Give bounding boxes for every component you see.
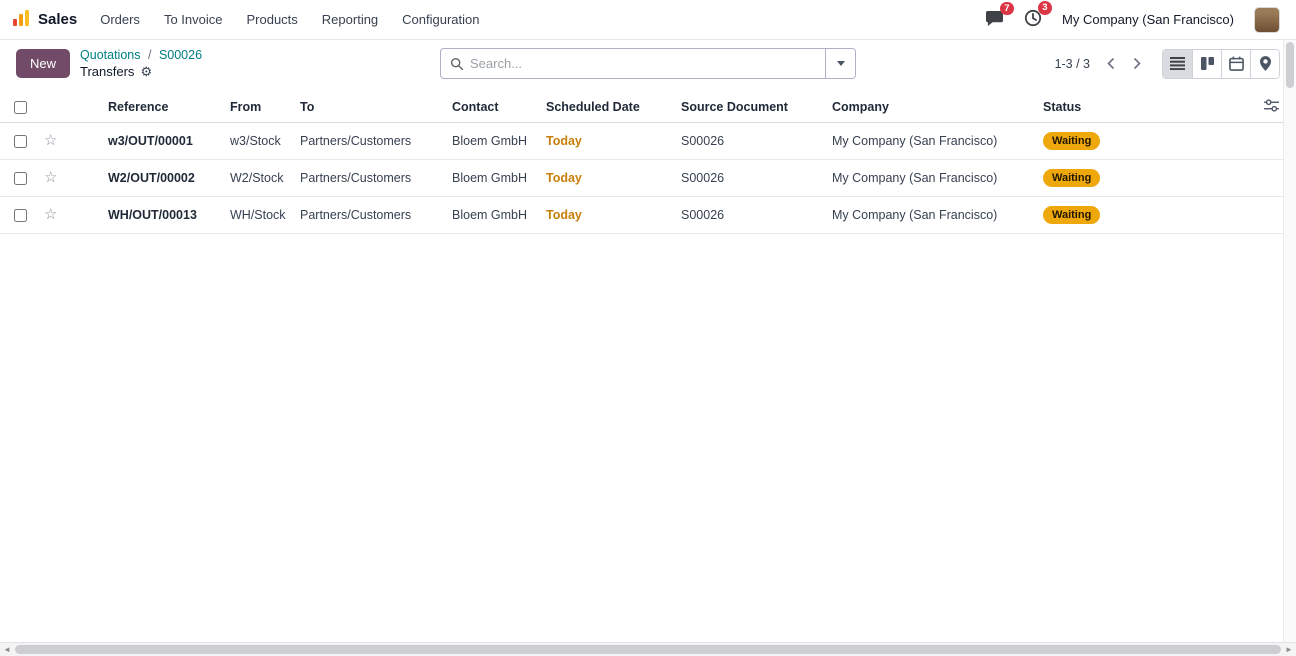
page-title: Transfers [80,64,134,80]
column-header-source-document[interactable]: Source Document [673,92,824,123]
column-header-from[interactable]: From [222,92,292,123]
view-list-button[interactable] [1163,50,1192,78]
pager-area: 1-3 / 3 [868,49,1280,79]
favorite-star-icon[interactable]: ☆ [44,169,57,186]
select-all-checkbox[interactable] [14,101,27,114]
cell-to[interactable]: Partners/Customers [292,122,444,159]
map-view-icon [1260,56,1271,71]
search-input[interactable] [470,49,825,78]
search-bar [440,48,856,79]
row-checkbox[interactable] [14,172,27,185]
pager-next-button[interactable] [1126,55,1148,72]
kanban-view-icon [1201,57,1214,70]
cell-company[interactable]: My Company (San Francisco) [824,196,1035,233]
activities-button[interactable]: 3 [1024,9,1042,30]
table-row[interactable]: ☆ WH/OUT/00013 WH/Stock Partners/Custome… [0,196,1296,233]
new-button[interactable]: New [16,49,70,78]
column-header-scheduled-date[interactable]: Scheduled Date [538,92,673,123]
chevron-right-icon [1133,57,1141,70]
app-switcher[interactable]: Sales [12,9,77,30]
status-badge: Waiting [1043,206,1100,224]
cell-scheduled-date[interactable]: Today [538,122,673,159]
activities-badge: 3 [1038,1,1052,15]
status-badge: Waiting [1043,132,1100,150]
cell-to[interactable]: Partners/Customers [292,196,444,233]
cell-contact[interactable]: Bloem GmbH [444,196,538,233]
cell-reference[interactable]: WH/OUT/00013 [62,196,222,233]
cell-contact[interactable]: Bloem GmbH [444,159,538,196]
table-header-row: Reference From To Contact Scheduled Date… [0,92,1296,123]
favorite-star-icon[interactable]: ☆ [44,206,57,223]
pager-previous-button[interactable] [1100,55,1122,72]
sliders-icon [1264,99,1279,112]
table-row[interactable]: ☆ W2/OUT/00002 W2/Stock Partners/Custome… [0,159,1296,196]
breadcrumb: Quotations / S00026 Transfers ⚙ [80,48,202,80]
cell-company[interactable]: My Company (San Francisco) [824,122,1035,159]
scroll-left-arrow-icon[interactable]: ◄ [0,643,14,656]
view-map-button[interactable] [1250,50,1279,78]
menu-reporting[interactable]: Reporting [321,8,379,31]
menu-products[interactable]: Products [245,8,298,31]
menu-to-invoice[interactable]: To Invoice [163,8,224,31]
cell-company[interactable]: My Company (San Francisco) [824,159,1035,196]
column-header-reference[interactable]: Reference [62,92,222,123]
list-view-icon [1170,57,1185,70]
column-header-to[interactable]: To [292,92,444,123]
cell-from[interactable]: W2/Stock [222,159,292,196]
column-header-status[interactable]: Status [1035,92,1256,123]
user-avatar[interactable] [1254,7,1280,33]
sales-app-icon [12,9,30,30]
cell-from[interactable]: WH/Stock [222,196,292,233]
navbar-right: 7 3 My Company (San Francisco) [985,7,1284,33]
cell-contact[interactable]: Bloem GmbH [444,122,538,159]
search-dropdown-toggle[interactable] [825,49,855,78]
top-navbar: Sales Orders To Invoice Products Reporti… [0,0,1296,40]
vertical-scrollbar-thumb[interactable] [1286,42,1294,88]
status-badge: Waiting [1043,169,1100,187]
cell-scheduled-date[interactable]: Today [538,196,673,233]
view-calendar-button[interactable] [1221,50,1250,78]
scroll-right-arrow-icon[interactable]: ► [1282,643,1296,656]
messages-badge: 7 [1000,2,1014,16]
column-header-star [36,92,62,123]
cell-reference[interactable]: w3/OUT/00001 [62,122,222,159]
breadcrumb-area: New Quotations / S00026 Transfers ⚙ [16,48,428,80]
breadcrumb-separator: / [148,48,151,62]
cell-source-document[interactable]: S00026 [673,196,824,233]
pager-range: 1-3 / 3 [1055,57,1090,71]
cell-from[interactable]: w3/Stock [222,122,292,159]
row-checkbox[interactable] [14,135,27,148]
cell-source-document[interactable]: S00026 [673,159,824,196]
table-row[interactable]: ☆ w3/OUT/00001 w3/Stock Partners/Custome… [0,122,1296,159]
cell-reference[interactable]: W2/OUT/00002 [62,159,222,196]
column-header-company[interactable]: Company [824,92,1035,123]
search-area [440,48,856,79]
navbar-left: Sales Orders To Invoice Products Reporti… [12,8,481,31]
breadcrumb-quotations-link[interactable]: Quotations [80,48,140,62]
view-kanban-button[interactable] [1192,50,1221,78]
favorite-star-icon[interactable]: ☆ [44,132,57,149]
caret-down-icon [837,61,845,66]
messages-button[interactable]: 7 [985,10,1004,30]
control-panel: New Quotations / S00026 Transfers ⚙ [0,40,1296,86]
horizontal-scrollbar-thumb[interactable] [15,645,1281,654]
breadcrumb-s00026-link[interactable]: S00026 [159,48,202,62]
column-header-contact[interactable]: Contact [444,92,538,123]
cell-to[interactable]: Partners/Customers [292,159,444,196]
cell-scheduled-date[interactable]: Today [538,159,673,196]
view-switcher [1162,49,1280,79]
cell-source-document[interactable]: S00026 [673,122,824,159]
app-name[interactable]: Sales [38,11,77,28]
chevron-left-icon [1107,57,1115,70]
menu-configuration[interactable]: Configuration [401,8,480,31]
row-checkbox[interactable] [14,209,27,222]
search-icon [450,57,464,71]
gear-icon[interactable]: ⚙ [140,64,152,80]
transfers-list: Reference From To Contact Scheduled Date… [0,92,1296,234]
company-switcher[interactable]: My Company (San Francisco) [1062,12,1234,27]
vertical-scrollbar[interactable] [1283,40,1296,642]
horizontal-scrollbar[interactable]: ◄ ► [0,642,1296,656]
menu-orders[interactable]: Orders [99,8,141,31]
calendar-view-icon [1229,56,1244,71]
